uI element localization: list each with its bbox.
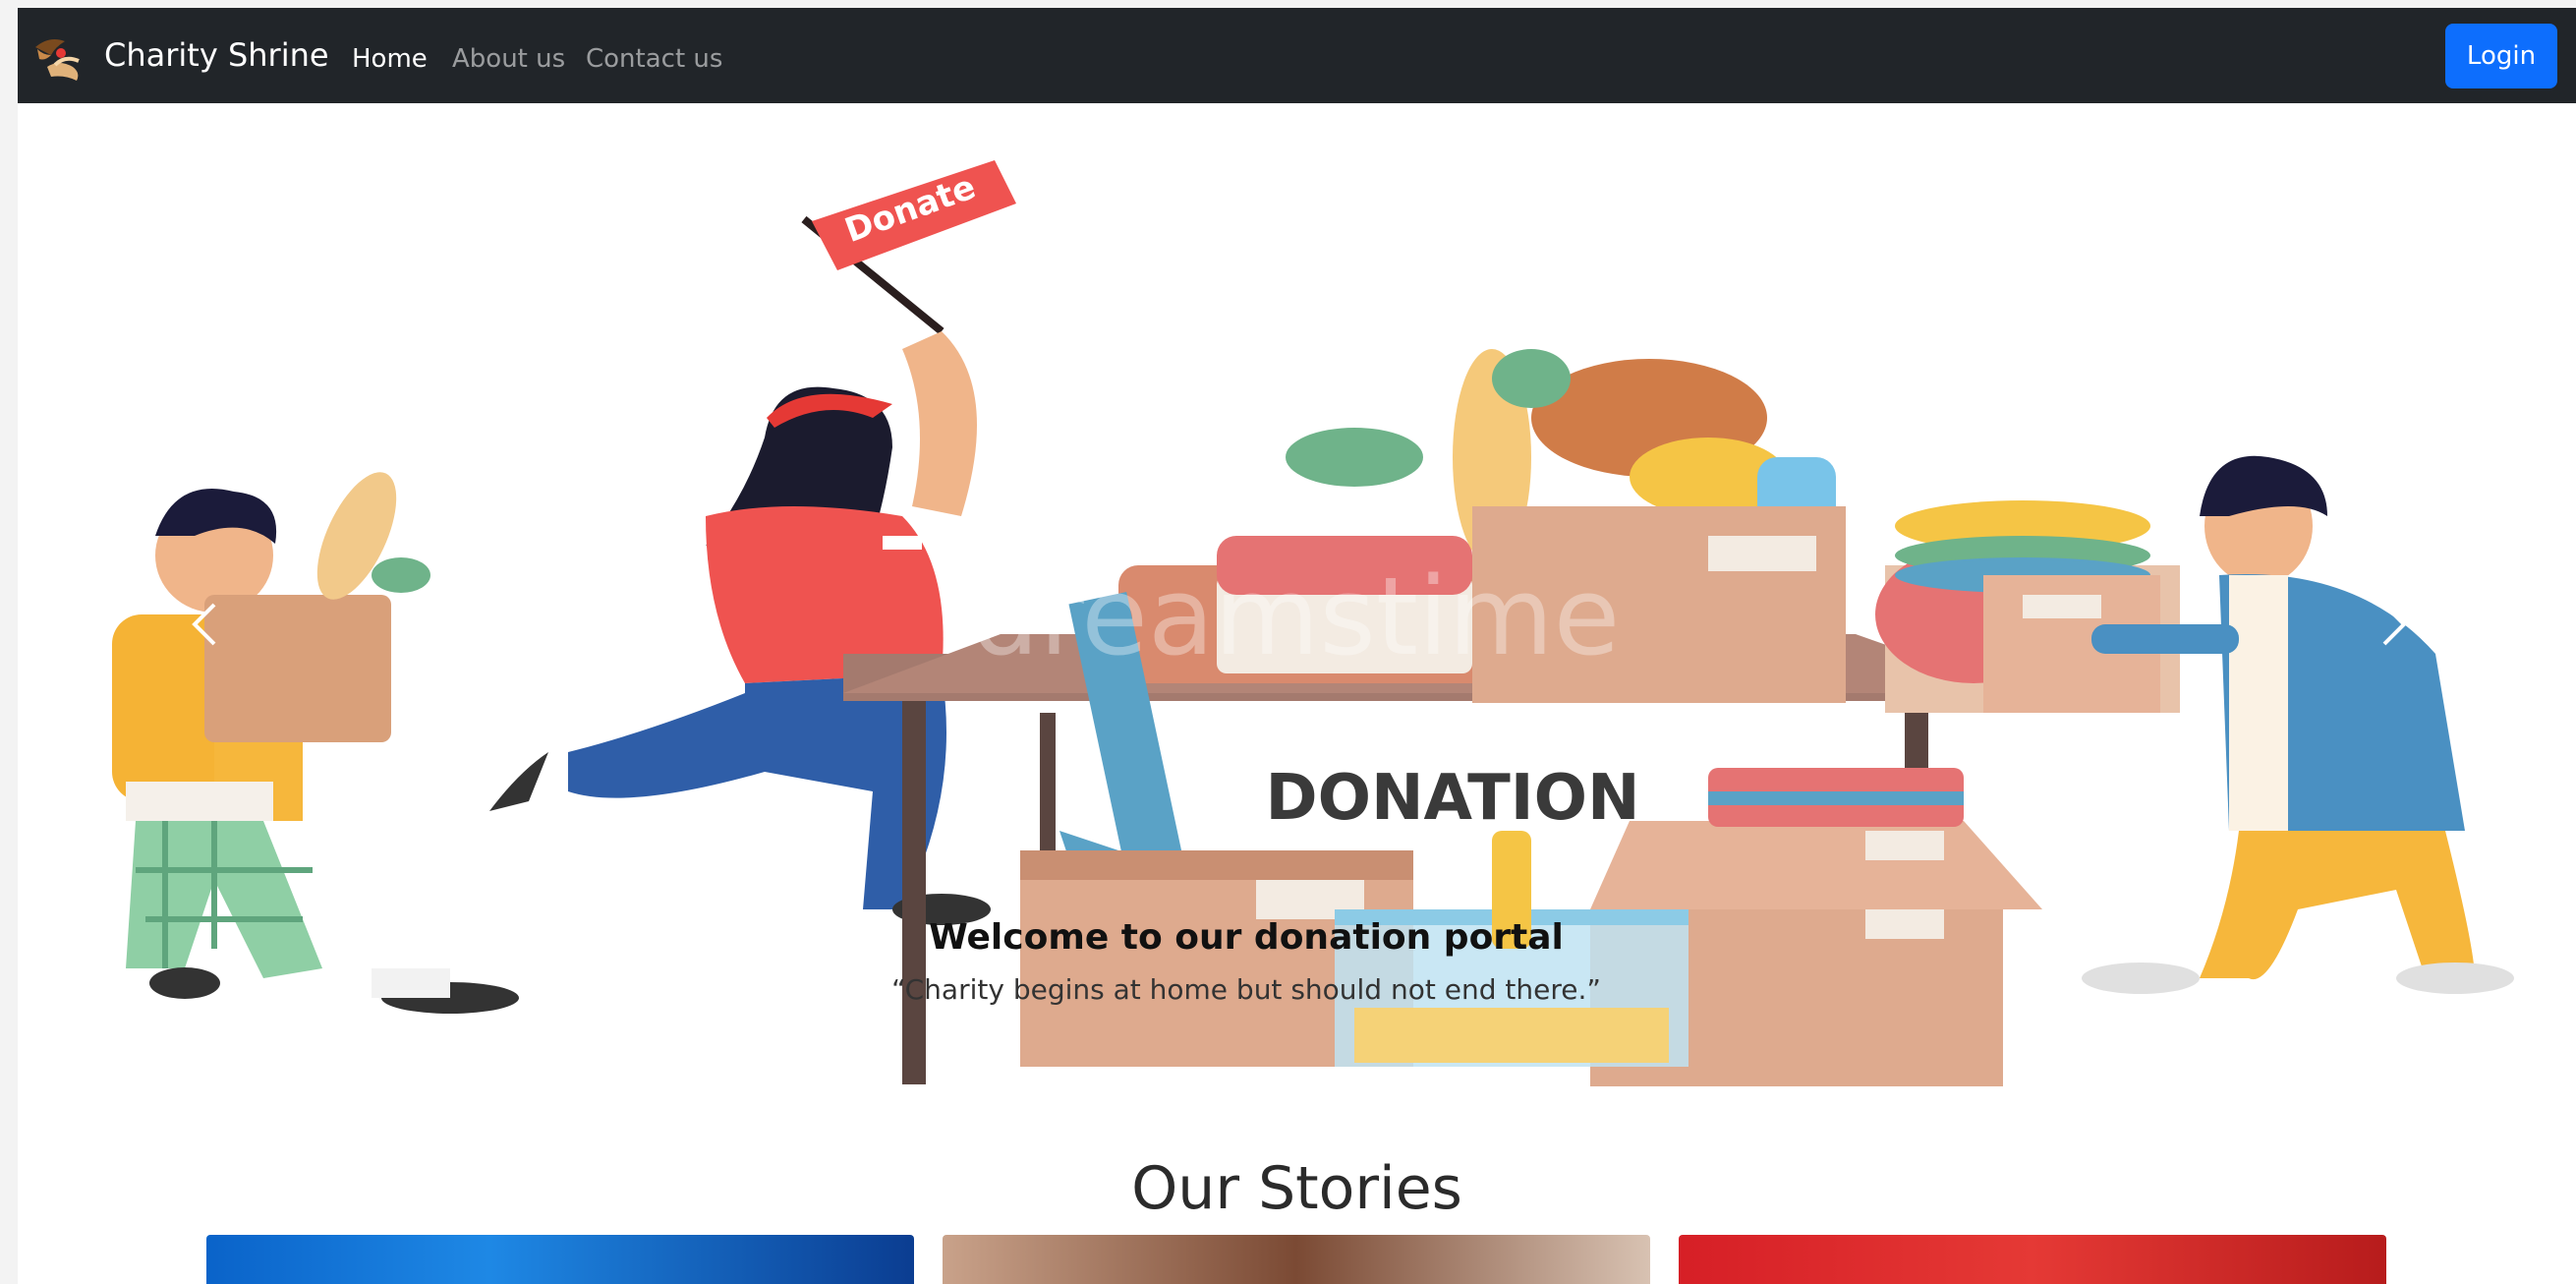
chevron-left-icon[interactable] [175,585,234,664]
watermark: dreamstime [971,554,1621,679]
donation-sign: DONATION [1265,762,1639,835]
page: Charity Shrine Home About us Contact us … [18,8,2576,1284]
caption-title: Welcome to our donation portal [929,917,1564,958]
boy-with-groceries [112,472,519,1014]
navbar: Charity Shrine Home About us Contact us … [18,8,2576,103]
chevron-right-icon[interactable] [2365,585,2424,664]
hands-heart-icon[interactable] [26,26,88,88]
login-button[interactable]: Login [2445,24,2557,88]
clothes-box [1875,500,2180,713]
man-with-box [2082,455,2514,994]
story-card[interactable] [943,1235,1650,1284]
story-card[interactable] [1679,1235,2386,1284]
caption-quote: “Charity begins at home but should not e… [891,973,1601,1006]
nav-link-contact[interactable]: Contact us [586,41,722,77]
story-card[interactable] [206,1235,914,1284]
hero-carousel: Donate DONATION dreamstime Welcome to ou… [18,103,2576,1086]
nav-link-about[interactable]: About us [452,41,565,77]
nav-link-home[interactable]: Home [352,41,428,77]
brand-name[interactable]: Charity Shrine [104,33,329,77]
stories-heading: Our Stories [1131,1154,1462,1223]
carousel-caption: Welcome to our donation portal “Charity … [804,915,1689,1010]
